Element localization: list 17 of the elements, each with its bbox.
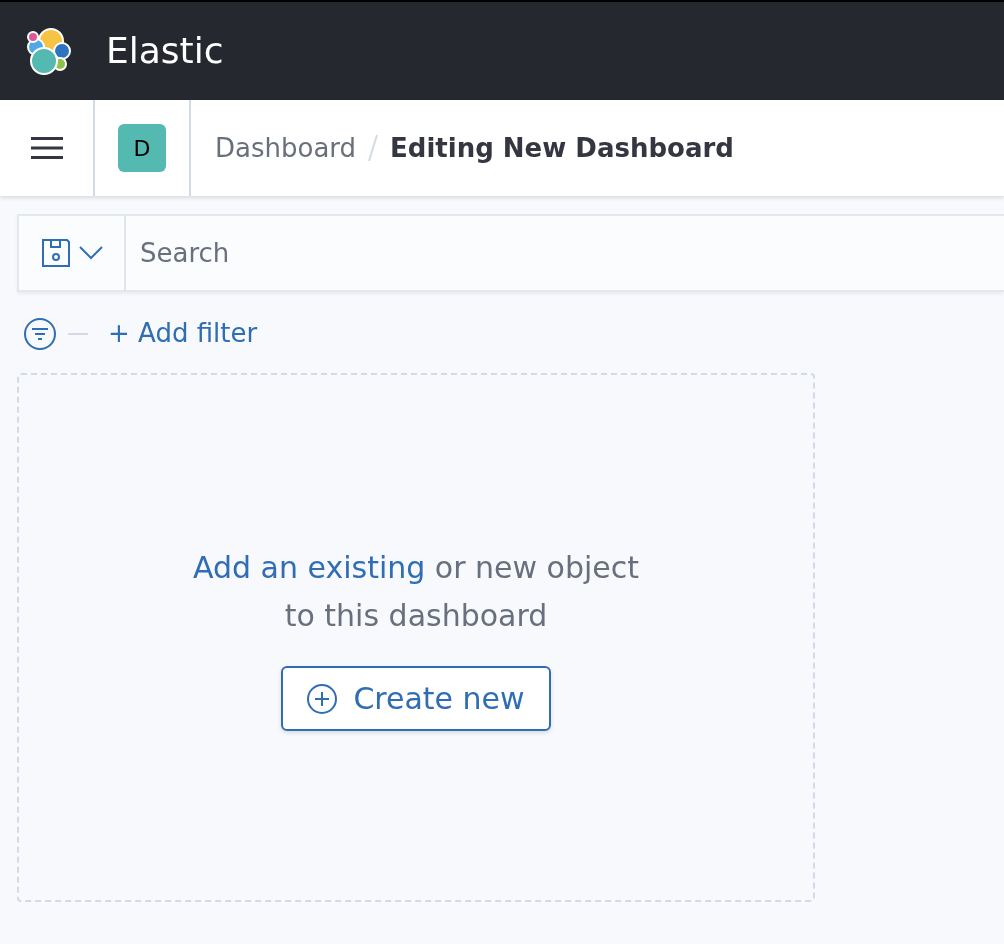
saved-queries-button[interactable] xyxy=(17,214,126,292)
breadcrumb-link[interactable]: Dashboard xyxy=(215,128,357,168)
empty-message: Add an existing or new object to this dashboard xyxy=(191,549,641,635)
chevron-down-icon xyxy=(78,246,103,260)
save-icon xyxy=(40,238,71,268)
create-new-button[interactable]: Create new xyxy=(281,666,551,731)
filter-icon[interactable] xyxy=(24,317,56,350)
logo-icon xyxy=(24,26,74,76)
menu-icon[interactable] xyxy=(30,136,63,160)
plus-circle-icon xyxy=(307,683,338,714)
add-filter-link[interactable]: + Add filter xyxy=(108,314,258,353)
space-avatar[interactable]: D xyxy=(118,124,166,172)
app-title: Elastic xyxy=(106,29,224,73)
breadcrumb-separator-icon xyxy=(368,134,379,162)
add-existing-link[interactable]: Add an existing xyxy=(192,550,426,585)
current-breadcrumb: Editing New Dashboard xyxy=(390,131,734,165)
search-field[interactable]: Search xyxy=(126,214,1004,292)
